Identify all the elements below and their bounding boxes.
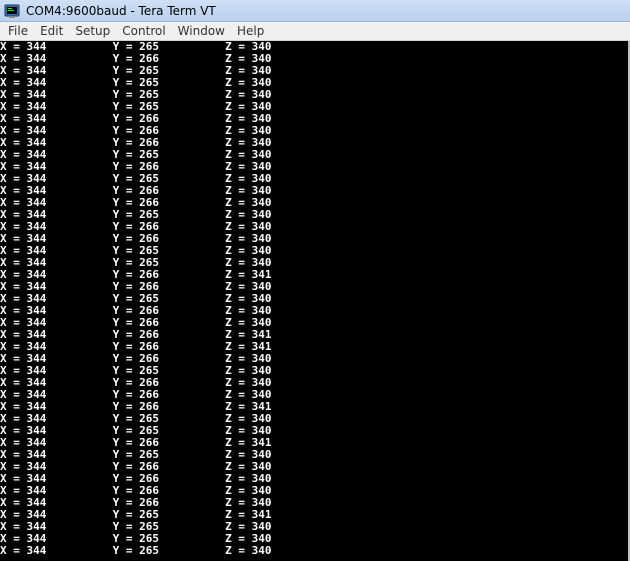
terminal-line: X = 344 Y = 265 Z = 340 xyxy=(0,544,272,557)
tera-term-window: COM4:9600baud - Tera Term VT File Edit S… xyxy=(0,0,630,561)
terminal-output[interactable]: X = 344 Y = 265 Z = 340 X = 344 Y = 266 Z… xyxy=(0,41,630,561)
menu-bar: File Edit Setup Control Window Help xyxy=(0,22,630,41)
menu-setup[interactable]: Setup xyxy=(69,22,116,40)
menu-file[interactable]: File xyxy=(2,22,34,40)
menu-help[interactable]: Help xyxy=(231,22,270,40)
title-bar[interactable]: COM4:9600baud - Tera Term VT xyxy=(0,0,630,22)
tera-term-icon xyxy=(4,4,20,18)
menu-control[interactable]: Control xyxy=(116,22,171,40)
menu-window[interactable]: Window xyxy=(172,22,231,40)
window-title: COM4:9600baud - Tera Term VT xyxy=(26,3,216,18)
menu-edit[interactable]: Edit xyxy=(34,22,69,40)
